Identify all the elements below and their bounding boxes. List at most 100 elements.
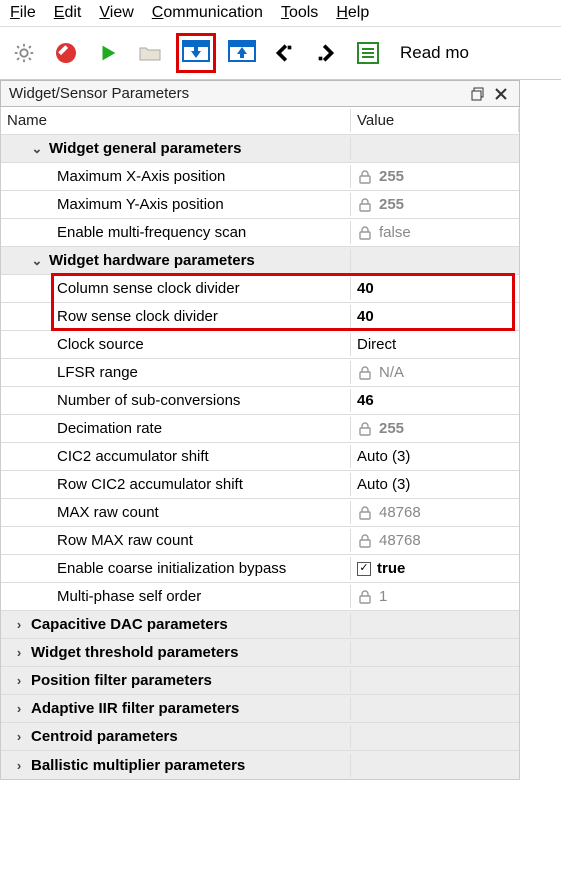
import-icon[interactable] bbox=[268, 37, 300, 69]
toolbar: Read mo bbox=[0, 27, 561, 80]
lock-icon bbox=[357, 169, 373, 185]
menu-file[interactable]: File bbox=[10, 4, 36, 22]
chevron-right-icon: › bbox=[11, 645, 27, 660]
group-label: Widget hardware parameters bbox=[49, 252, 255, 269]
param-row-cic2[interactable]: CIC2 accumulator shift Auto (3) bbox=[1, 443, 519, 471]
param-name: Row MAX raw count bbox=[57, 532, 193, 549]
param-value: 40 bbox=[357, 308, 374, 325]
restore-icon[interactable] bbox=[471, 87, 487, 101]
menu-help[interactable]: Help bbox=[336, 4, 369, 22]
group-capdac[interactable]: › Capacitive DAC parameters bbox=[1, 611, 519, 639]
download-to-device-icon[interactable] bbox=[180, 37, 212, 69]
lock-icon bbox=[357, 225, 373, 241]
group-general[interactable]: ⌄Widget general parameters bbox=[1, 135, 519, 163]
param-value: 255 bbox=[379, 420, 404, 437]
param-value: Direct bbox=[357, 336, 396, 353]
read-mode-label[interactable]: Read mo bbox=[400, 43, 469, 63]
chevron-right-icon: › bbox=[11, 701, 27, 716]
param-row-col-clk[interactable]: Column sense clock divider 40 bbox=[1, 275, 519, 303]
param-value: 1 bbox=[379, 588, 387, 605]
param-value: 255 bbox=[379, 196, 404, 213]
group-posfilter[interactable]: › Position filter parameters bbox=[1, 667, 519, 695]
chevron-down-icon: ⌄ bbox=[29, 141, 45, 157]
param-name: Number of sub-conversions bbox=[57, 392, 240, 409]
param-row-row-cic2[interactable]: Row CIC2 accumulator shift Auto (3) bbox=[1, 471, 519, 499]
group-threshold[interactable]: › Widget threshold parameters bbox=[1, 639, 519, 667]
checkbox-checked-icon[interactable]: ✓ bbox=[357, 562, 371, 576]
param-row-coarse[interactable]: Enable coarse initialization bypass ✓ tr… bbox=[1, 555, 519, 583]
param-value: false bbox=[379, 224, 411, 241]
param-name: Enable coarse initialization bypass bbox=[57, 560, 286, 577]
gear-icon[interactable] bbox=[8, 37, 40, 69]
group-adaptive[interactable]: › Adaptive IIR filter parameters bbox=[1, 695, 519, 723]
play-icon[interactable] bbox=[92, 37, 124, 69]
lock-icon bbox=[357, 533, 373, 549]
param-value: Auto (3) bbox=[357, 448, 410, 465]
group-hardware[interactable]: ⌄Widget hardware parameters bbox=[1, 247, 519, 275]
param-name: Enable multi-frequency scan bbox=[57, 224, 246, 241]
lock-icon bbox=[357, 197, 373, 213]
param-name: MAX raw count bbox=[57, 504, 159, 521]
folder-icon[interactable] bbox=[134, 37, 166, 69]
highlighted-download-button bbox=[176, 33, 216, 73]
col-name-header[interactable]: Name bbox=[1, 109, 351, 132]
group-ballistic[interactable]: › Ballistic multiplier parameters bbox=[1, 751, 519, 779]
no-entry-icon[interactable] bbox=[50, 37, 82, 69]
param-row-row-max-raw[interactable]: Row MAX raw count 48768 bbox=[1, 527, 519, 555]
param-row-max-raw[interactable]: MAX raw count 48768 bbox=[1, 499, 519, 527]
menubar: File Edit View Communication Tools Help bbox=[0, 0, 561, 27]
param-row-mpso[interactable]: Multi-phase self order 1 bbox=[1, 583, 519, 611]
chevron-right-icon: › bbox=[11, 617, 27, 632]
group-label: Adaptive IIR filter parameters bbox=[31, 700, 239, 717]
param-name: LFSR range bbox=[57, 364, 138, 381]
panel-title: Widget/Sensor Parameters bbox=[9, 85, 189, 102]
param-name: Clock source bbox=[57, 336, 144, 353]
param-value: 46 bbox=[357, 392, 374, 409]
param-value: true bbox=[377, 560, 405, 577]
chevron-right-icon: › bbox=[11, 673, 27, 688]
menu-view[interactable]: View bbox=[99, 4, 133, 22]
group-label: Ballistic multiplier parameters bbox=[31, 757, 245, 774]
param-row-row-clk[interactable]: Row sense clock divider 40 bbox=[1, 303, 519, 331]
grid-header: Name Value bbox=[1, 107, 519, 135]
param-row-multi-freq[interactable]: Enable multi-frequency scan false bbox=[1, 219, 519, 247]
param-value: 40 bbox=[357, 280, 374, 297]
lock-icon bbox=[357, 421, 373, 437]
group-label: Widget general parameters bbox=[49, 140, 241, 157]
param-row-subconv[interactable]: Number of sub-conversions 46 bbox=[1, 387, 519, 415]
chevron-right-icon: › bbox=[11, 758, 27, 773]
param-name: Maximum Y-Axis position bbox=[57, 196, 224, 213]
menu-communication[interactable]: Communication bbox=[152, 4, 263, 22]
group-label: Capacitive DAC parameters bbox=[31, 616, 228, 633]
menu-edit[interactable]: Edit bbox=[54, 4, 82, 22]
export-icon[interactable] bbox=[310, 37, 342, 69]
group-label: Centroid parameters bbox=[31, 728, 178, 745]
lock-icon bbox=[357, 365, 373, 381]
param-row-max-x[interactable]: Maximum X-Axis position 255 bbox=[1, 163, 519, 191]
menu-tools[interactable]: Tools bbox=[281, 4, 318, 22]
group-label: Widget threshold parameters bbox=[31, 644, 238, 661]
param-row-clk-src[interactable]: Clock source Direct bbox=[1, 331, 519, 359]
param-value: Auto (3) bbox=[357, 476, 410, 493]
group-centroid[interactable]: › Centroid parameters bbox=[1, 723, 519, 751]
panel-header: Widget/Sensor Parameters bbox=[0, 80, 520, 107]
param-row-lfsr[interactable]: LFSR range N/A bbox=[1, 359, 519, 387]
param-name: Row sense clock divider bbox=[57, 308, 218, 325]
lock-icon bbox=[357, 589, 373, 605]
col-value-header[interactable]: Value bbox=[351, 109, 519, 132]
list-icon[interactable] bbox=[352, 37, 384, 69]
param-row-decim[interactable]: Decimation rate 255 bbox=[1, 415, 519, 443]
close-icon[interactable] bbox=[495, 88, 511, 100]
param-name: Maximum X-Axis position bbox=[57, 168, 225, 185]
upload-from-device-icon[interactable] bbox=[226, 37, 258, 69]
param-value: 48768 bbox=[379, 532, 421, 549]
param-row-max-y[interactable]: Maximum Y-Axis position 255 bbox=[1, 191, 519, 219]
chevron-right-icon: › bbox=[11, 729, 27, 744]
param-value: 255 bbox=[379, 168, 404, 185]
group-label: Position filter parameters bbox=[31, 672, 212, 689]
param-name: Column sense clock divider bbox=[57, 280, 240, 297]
parameters-grid: Name Value ⌄Widget general parameters Ma… bbox=[0, 107, 520, 780]
param-value: N/A bbox=[379, 364, 404, 381]
param-name: Multi-phase self order bbox=[57, 588, 201, 605]
param-name: CIC2 accumulator shift bbox=[57, 448, 209, 465]
